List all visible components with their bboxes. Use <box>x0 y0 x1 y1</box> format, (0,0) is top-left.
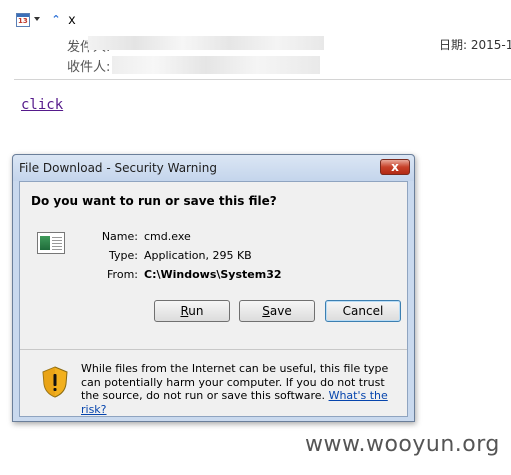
save-accel: S <box>262 304 270 318</box>
collapse-up-icon[interactable]: ⌃ <box>50 14 62 26</box>
save-button[interactable]: Save <box>239 300 315 322</box>
warning-text: While files from the Internet can be use… <box>81 362 401 416</box>
cancel-button[interactable]: Cancel <box>325 300 401 322</box>
executable-file-icon <box>37 232 65 254</box>
email-subject: x <box>68 13 76 28</box>
header-divider <box>14 79 511 80</box>
to-label: 收件人: <box>67 60 111 75</box>
security-shield-icon <box>42 366 68 398</box>
from-source-label: From: <box>107 268 138 281</box>
click-link[interactable]: click <box>21 97 63 113</box>
name-value: cmd.exe <box>144 230 191 243</box>
name-label: Name: <box>101 230 138 243</box>
file-download-dialog: File Download - Security Warning x Do yo… <box>12 154 415 422</box>
warning-panel: While files from the Internet can be use… <box>20 350 407 416</box>
run-label-rest: un <box>188 304 204 318</box>
run-button[interactable]: Run <box>154 300 230 322</box>
type-value: Application, 295 KB <box>144 249 252 262</box>
email-date: 日期: 2015-10 <box>439 38 511 52</box>
close-button[interactable]: x <box>380 159 410 175</box>
calendar-icon[interactable] <box>16 13 30 27</box>
from-source-value: C:\Windows\System32 <box>144 268 282 281</box>
sender-redacted <box>88 36 324 50</box>
type-label: Type: <box>109 249 138 262</box>
recipient-redacted <box>112 56 320 74</box>
watermark: www.wooyun.org <box>305 432 500 457</box>
dialog-body: Do you want to run or save this file? Na… <box>19 181 408 417</box>
email-header: ⌃ x 发件人: 收件人: 日期: 2015-10 <box>0 0 511 80</box>
dropdown-arrow-icon[interactable] <box>34 17 40 21</box>
dialog-titlebar[interactable]: File Download - Security Warning x <box>13 155 414 181</box>
dialog-title: File Download - Security Warning <box>19 161 217 175</box>
save-label-rest: ave <box>269 304 292 318</box>
dialog-question: Do you want to run or save this file? <box>31 194 277 208</box>
